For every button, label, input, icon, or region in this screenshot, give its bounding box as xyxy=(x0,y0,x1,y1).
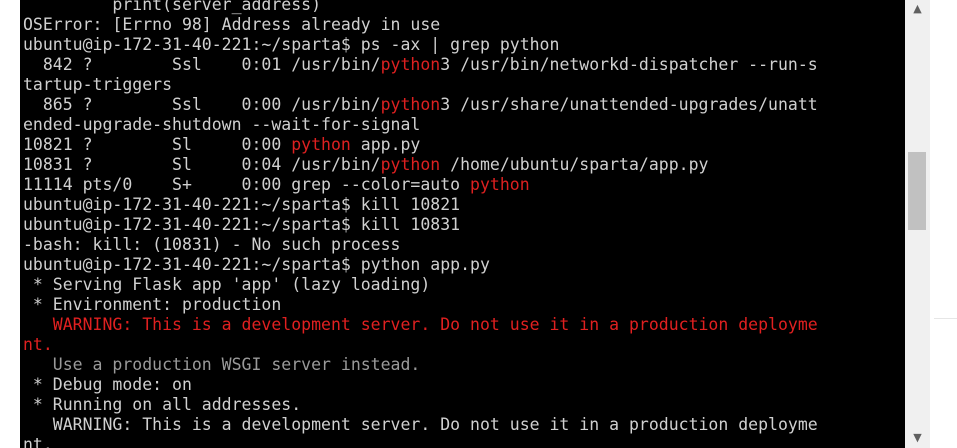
terminal-line: ubuntu@ip-172-31-40-221:~/sparta$ ps -ax… xyxy=(23,35,818,55)
terminal-text: 3 /usr/bin/networkd-dispatcher --run-s xyxy=(440,55,818,74)
terminal-text: * Environment: production xyxy=(23,295,282,314)
terminal-text: /home/ubuntu/sparta/app.py xyxy=(440,155,709,174)
terminal-line: -bash: kill: (10831) - No such process xyxy=(23,235,818,255)
terminal-text: * Debug mode: on xyxy=(23,375,192,394)
terminal-line: * Running on all addresses. xyxy=(23,395,818,415)
vertical-scrollbar[interactable]: ▲ ▼ xyxy=(905,0,930,448)
terminal-text: WARNING: This is a development server. D… xyxy=(23,415,818,434)
terminal-text: nt. xyxy=(23,435,53,448)
terminal-text: 11114 pts/0 S+ 0:00 grep --color=auto xyxy=(23,175,471,194)
terminal-text: 865 ? Ssl 0:00 /usr/bin/ xyxy=(23,95,381,114)
terminal-line: * Serving Flask app 'app' (lazy loading) xyxy=(23,275,818,295)
terminal-line: 842 ? Ssl 0:01 /usr/bin/python3 /usr/bin… xyxy=(23,55,818,75)
terminal-output: print(server_address) OSError: [Errno 98]… xyxy=(23,0,818,448)
terminal-line: 11114 pts/0 S+ 0:00 grep --color=auto py… xyxy=(23,175,818,195)
highlighted-match: python xyxy=(380,155,441,174)
terminal-text: 10821 ? Sl 0:00 xyxy=(23,135,292,154)
terminal-line: * Debug mode: on xyxy=(23,375,818,395)
divider xyxy=(934,318,957,319)
highlighted-match: python xyxy=(380,95,441,114)
highlighted-match: python xyxy=(470,175,530,194)
terminal-text: Use a production WSGI server instead. xyxy=(23,355,421,374)
terminal-text: -bash: kill: (10831) - No such process xyxy=(23,235,401,254)
terminal-line: * Environment: production xyxy=(23,295,818,315)
terminal-line: OSError: [Errno 98] Address already in u… xyxy=(23,15,818,35)
scrollbar-thumb[interactable] xyxy=(908,152,926,230)
terminal-text: tartup-triggers xyxy=(23,75,173,94)
terminal-line: ended-upgrade-shutdown --wait-for-signal xyxy=(23,115,818,135)
terminal-line: 865 ? Ssl 0:00 /usr/bin/python3 /usr/sha… xyxy=(23,95,818,115)
terminal-line: WARNING: This is a development server. D… xyxy=(23,415,818,435)
terminal-line: ubuntu@ip-172-31-40-221:~/sparta$ python… xyxy=(23,255,818,275)
terminal-text: * Serving Flask app 'app' (lazy loading) xyxy=(23,275,431,294)
terminal-line: WARNING: This is a development server. D… xyxy=(23,315,818,335)
terminal-text: 3 /usr/share/unattended-upgrades/unatt xyxy=(440,95,818,114)
terminal-line: 10821 ? Sl 0:00 python app.py xyxy=(23,135,818,155)
terminal-line: tartup-triggers xyxy=(23,75,818,95)
highlighted-match: python xyxy=(291,135,351,154)
highlighted-match: python xyxy=(380,55,441,74)
terminal-text: * Running on all addresses. xyxy=(23,395,302,414)
terminal-text: nt. xyxy=(23,335,53,354)
scroll-down-arrow-icon[interactable]: ▼ xyxy=(905,429,930,447)
terminal-text: app.py xyxy=(350,135,421,154)
terminal-line: Use a production WSGI server instead. xyxy=(23,355,818,375)
terminal-text: ended-upgrade-shutdown --wait-for-signal xyxy=(23,115,421,134)
terminal-line: nt. xyxy=(23,435,818,448)
terminal-text: ubuntu@ip-172-31-40-221:~/sparta$ kill 1… xyxy=(23,195,461,214)
terminal-line: 10831 ? Sl 0:04 /usr/bin/python /home/ub… xyxy=(23,155,818,175)
background-panel xyxy=(930,0,957,448)
terminal-text: WARNING: This is a development server. D… xyxy=(23,315,818,334)
terminal-text: print(server_address) xyxy=(23,0,322,14)
terminal-text: ubuntu@ip-172-31-40-221:~/sparta$ python… xyxy=(23,255,490,274)
terminal-line: ubuntu@ip-172-31-40-221:~/sparta$ kill 1… xyxy=(23,195,818,215)
terminal-line: print(server_address) xyxy=(23,0,818,15)
terminal-text: ubuntu@ip-172-31-40-221:~/sparta$ ps -ax… xyxy=(23,35,560,54)
terminal-text: 842 ? Ssl 0:01 /usr/bin/ xyxy=(23,55,381,74)
scroll-up-arrow-icon[interactable]: ▲ xyxy=(905,0,930,18)
terminal-window[interactable]: print(server_address) OSError: [Errno 98]… xyxy=(20,0,905,448)
terminal-text: ubuntu@ip-172-31-40-221:~/sparta$ kill 1… xyxy=(23,215,461,234)
terminal-text: 10831 ? Sl 0:04 /usr/bin/ xyxy=(23,155,381,174)
terminal-line: ubuntu@ip-172-31-40-221:~/sparta$ kill 1… xyxy=(23,215,818,235)
terminal-text: OSError: [Errno 98] Address already in u… xyxy=(23,15,441,34)
terminal-line: nt. xyxy=(23,335,818,355)
